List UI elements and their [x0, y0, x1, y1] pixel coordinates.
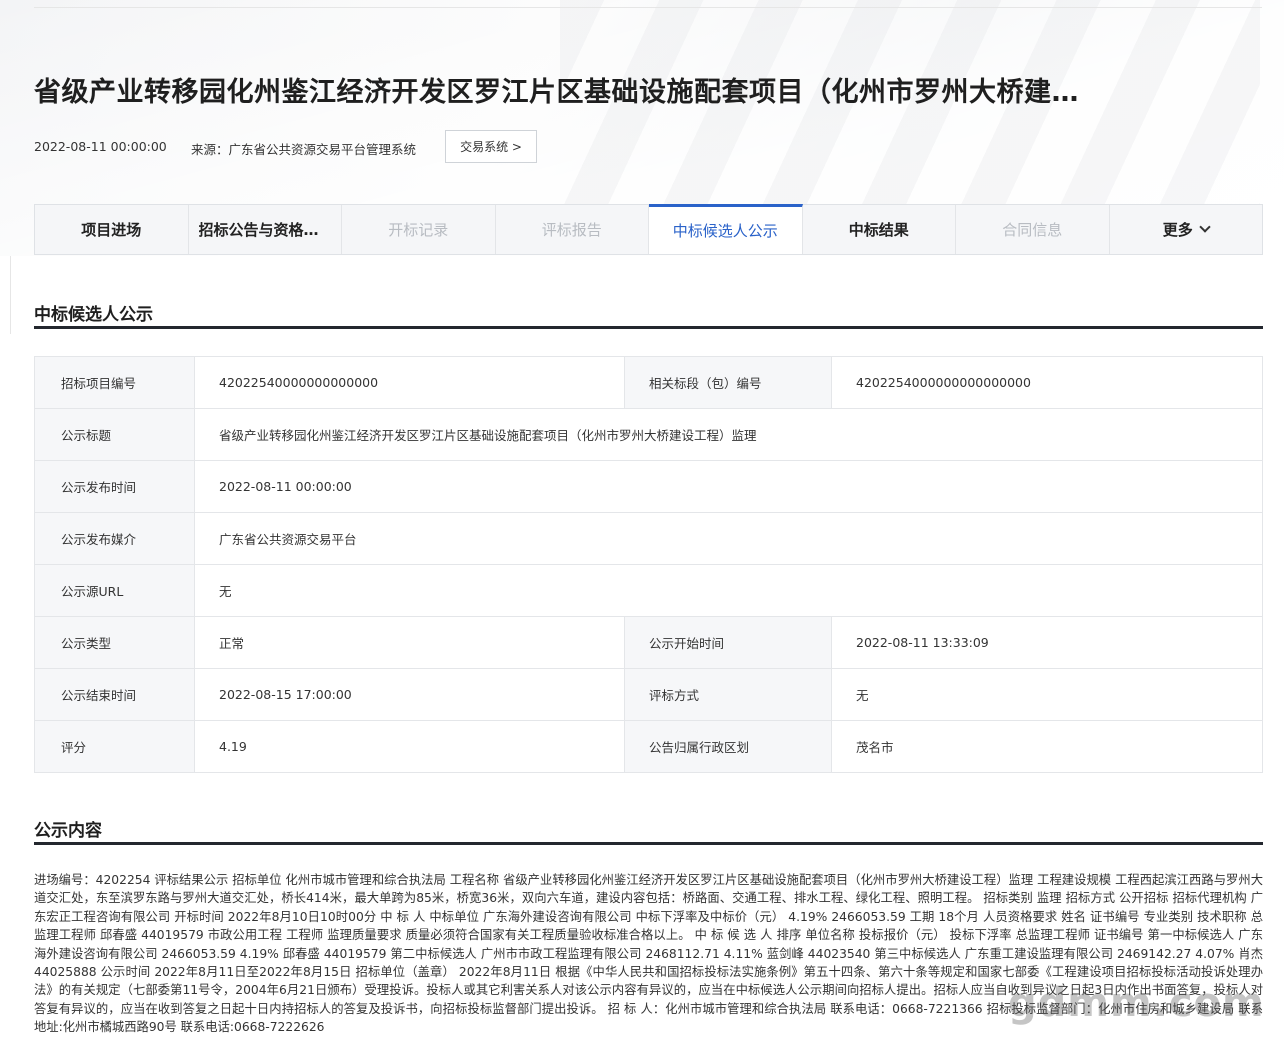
field-value: 2022-08-11 13:33:09	[831, 616, 1263, 669]
left-divider	[10, 256, 11, 334]
field-label: 公告归属行政区划	[624, 720, 832, 773]
tab-evaluation-report: 评标报告	[496, 205, 649, 254]
tab-bar: 项目进场 招标公告与资格预审公告 开标记录 评标报告 中标候选人公示 中标结果 …	[34, 204, 1263, 255]
trading-system-button[interactable]: 交易系统 >	[445, 130, 537, 163]
section-title-content: 公示内容	[34, 821, 102, 841]
field-value: 茂名市	[831, 720, 1263, 773]
publish-date: 2022-08-11 00:00:00	[34, 139, 167, 154]
top-divider	[34, 7, 1262, 8]
field-label: 评标方式	[624, 668, 832, 721]
table-row: 公示发布时间 2022-08-11 00:00:00	[34, 460, 1263, 513]
field-label: 招标项目编号	[34, 356, 195, 409]
field-label: 公示发布时间	[34, 460, 195, 513]
table-row: 公示发布媒介 广东省公共资源交易平台	[34, 512, 1263, 565]
section-title-candidates: 中标候选人公示	[34, 305, 153, 325]
tab-bid-opening: 开标记录	[342, 205, 496, 254]
field-label: 相关标段（包）编号	[624, 356, 832, 409]
field-value: 42022540000000000000	[194, 356, 625, 409]
field-label: 公示开始时间	[624, 616, 832, 669]
field-value: 无	[194, 564, 1263, 617]
field-label: 评分	[34, 720, 195, 773]
tab-more[interactable]: 更多	[1110, 205, 1263, 254]
table-row: 招标项目编号 42022540000000000000 相关标段（包）编号 42…	[34, 356, 1263, 409]
field-value: 2022-08-11 00:00:00	[194, 460, 1263, 513]
field-value: 广东省公共资源交易平台	[194, 512, 1263, 565]
field-label: 公示类型	[34, 616, 195, 669]
tab-award-result[interactable]: 中标结果	[803, 205, 956, 254]
field-value: 省级产业转移园化州鉴江经济开发区罗江片区基础设施配套项目（化州市罗州大桥建设工程…	[194, 408, 1263, 461]
table-row: 公示标题 省级产业转移园化州鉴江经济开发区罗江片区基础设施配套项目（化州市罗州大…	[34, 408, 1263, 461]
table-row: 公示结束时间 2022-08-15 17:00:00 评标方式 无	[34, 668, 1263, 721]
field-label: 公示标题	[34, 408, 195, 461]
field-value: 4.19	[194, 720, 625, 773]
header-decoration	[560, 0, 1260, 220]
table-row: 评分 4.19 公告归属行政区划 茂名市	[34, 720, 1263, 773]
field-value: 正常	[194, 616, 625, 669]
field-value: 4202254000000000000000	[831, 356, 1263, 409]
source-text: 来源：广东省公共资源交易平台管理系统	[191, 142, 417, 157]
info-table: 招标项目编号 42022540000000000000 相关标段（包）编号 42…	[34, 356, 1263, 773]
table-row: 公示源URL 无	[34, 564, 1263, 617]
section-rule	[34, 842, 1263, 845]
table-row: 公示类型 正常 公示开始时间 2022-08-11 13:33:09	[34, 616, 1263, 669]
field-label: 公示发布媒介	[34, 512, 195, 565]
field-label: 公示源URL	[34, 564, 195, 617]
tab-tender-notice[interactable]: 招标公告与资格预审公告	[189, 205, 342, 254]
chevron-down-icon	[1199, 221, 1211, 233]
tab-contract-info: 合同信息	[956, 205, 1110, 254]
page-title: 省级产业转移园化州鉴江经济开发区罗江片区基础设施配套项目（化州市罗州大桥建设工程…	[34, 77, 1094, 108]
field-value: 无	[831, 668, 1263, 721]
section-rule	[34, 326, 1263, 329]
watermark: gdmm.com	[1008, 980, 1265, 1026]
tab-candidate-notice[interactable]: 中标候选人公示	[649, 204, 803, 254]
field-label: 公示结束时间	[34, 668, 195, 721]
tab-project-entry[interactable]: 项目进场	[35, 205, 189, 254]
field-value: 2022-08-15 17:00:00	[194, 668, 625, 721]
